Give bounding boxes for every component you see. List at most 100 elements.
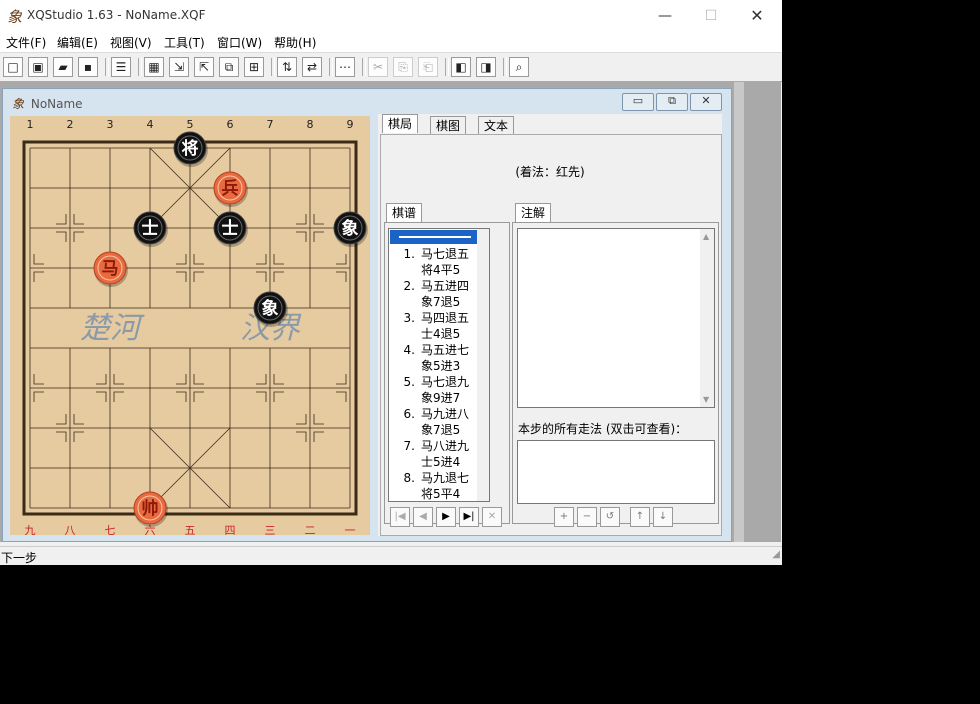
minimize-button[interactable]: — xyxy=(642,4,688,28)
import-icon[interactable]: ⇱ xyxy=(194,57,214,77)
black-move[interactable]: 象9进7 xyxy=(421,390,460,406)
paste-board-icon[interactable]: ⊞ xyxy=(244,57,264,77)
black-piece-label[interactable]: 士 xyxy=(142,218,159,239)
undo-button[interactable]: ↺ xyxy=(600,507,620,527)
add-variation-button[interactable]: + xyxy=(554,507,574,527)
board-svg[interactable]: 楚河 汉界1 2 3 4 5 6 7 8 9九八七六五四三二一将兵士士象马象帅 xyxy=(10,116,370,535)
red-piece-label[interactable]: 帅 xyxy=(142,498,159,519)
close-button[interactable]: ✕ xyxy=(734,4,780,28)
move-number: 8. xyxy=(403,471,415,485)
document-close-button[interactable]: ✕ xyxy=(690,93,722,111)
toolbar-separator xyxy=(271,58,275,76)
resize-grip-icon[interactable]: ◢ xyxy=(772,549,780,560)
red-move[interactable]: 马四退五 xyxy=(421,310,469,326)
board-setup-icon[interactable]: ▦ xyxy=(144,57,164,77)
open-template-icon[interactable]: ▣ xyxy=(28,57,48,77)
paste-icon[interactable]: ⎗ xyxy=(418,57,438,77)
steps-icon[interactable]: ⋯ xyxy=(335,57,355,77)
mdi-vertical-scrollbar[interactable] xyxy=(734,82,744,542)
red-move[interactable]: 马五进七 xyxy=(421,342,469,358)
black-move[interactable]: 士4退5 xyxy=(421,326,460,342)
menu-edit[interactable]: 编辑(E) xyxy=(57,34,98,51)
list-icon[interactable]: ☰ xyxy=(111,57,131,77)
document-title: 象 NoName xyxy=(12,95,83,112)
black-piece-label[interactable]: 象 xyxy=(262,298,279,319)
menu-window[interactable]: 窗口(W) xyxy=(217,34,262,51)
move-row[interactable]: 6. 马九进八 象7退5 xyxy=(401,406,485,438)
move-row[interactable]: 2. 马五进四 象7退5 xyxy=(401,278,485,310)
flip-vertical-icon[interactable]: ⇅ xyxy=(277,57,297,77)
black-piece-label[interactable]: 将 xyxy=(182,138,199,159)
black-move[interactable]: 将5平4 xyxy=(421,486,460,501)
flip-horizontal-icon[interactable]: ⇄ xyxy=(302,57,322,77)
red-move[interactable]: 马九退七 xyxy=(421,470,469,486)
black-piece-label[interactable]: 士 xyxy=(222,218,239,239)
page-next-icon[interactable]: ◨ xyxy=(476,57,496,77)
tab-diagram[interactable]: 棋图 xyxy=(430,116,467,135)
toolbar-separator xyxy=(503,58,507,76)
move-row[interactable]: 3. 马四退五 士4退5 xyxy=(401,310,485,342)
page-prev-icon[interactable]: ◧ xyxy=(451,57,471,77)
menu-view[interactable]: 视图(V) xyxy=(110,34,152,51)
copy-icon[interactable]: ⎘ xyxy=(393,57,413,77)
black-move[interactable]: 象7退5 xyxy=(421,422,460,438)
black-move[interactable]: 象7退5 xyxy=(421,294,460,310)
new-icon[interactable]: □ xyxy=(3,57,23,77)
prev-move-button[interactable]: ◀ xyxy=(413,507,433,527)
red-move[interactable]: 马八进九 xyxy=(421,438,469,454)
red-move[interactable]: 马七退五 xyxy=(421,246,469,262)
file-label-top: 5 xyxy=(187,118,194,131)
document-minimize-button[interactable]: ▭ xyxy=(622,93,654,111)
toolbar-separator xyxy=(329,58,333,76)
black-move[interactable]: 将4平5 xyxy=(421,262,460,278)
red-piece-label[interactable]: 马 xyxy=(102,259,119,279)
move-list-scrollbar[interactable] xyxy=(477,229,489,501)
next-move-button[interactable]: ▶ xyxy=(436,507,456,527)
move-row[interactable]: 1. 马七退五 将4平5 xyxy=(401,246,485,278)
last-move-button[interactable]: ▶| xyxy=(459,507,479,527)
export-icon[interactable]: ⇲ xyxy=(169,57,189,77)
maximize-button[interactable]: ☐ xyxy=(688,4,734,28)
open-folder-icon[interactable]: ▰ xyxy=(53,57,73,77)
tab-text[interactable]: 文本 xyxy=(478,116,515,135)
save-icon[interactable]: ▪ xyxy=(78,57,98,77)
move-row[interactable]: 5. 马七退九 象9进7 xyxy=(401,374,485,406)
title-bar: 象 XQStudio 1.63 - NoName.XQF — ☐ ✕ xyxy=(0,0,782,31)
chess-document-window: 象 NoName ▭ ⧉ ✕ 楚河 汉界 1 2 3 4 5 6 7 8 9 九八七六五四三二一将兵士… xyxy=(2,88,732,542)
delete-move-button[interactable]: ✕ xyxy=(482,507,502,527)
move-row[interactable]: 7. 马八进九 士5进4 xyxy=(401,438,485,470)
menu-file[interactable]: 文件(F) xyxy=(6,34,46,51)
comment-scrollbar[interactable]: ▲ ▼ xyxy=(700,229,714,407)
file-label-bottom: 二 xyxy=(305,524,316,535)
print-preview-icon[interactable]: ⌕ xyxy=(509,57,529,77)
red-move[interactable]: 马五进四 xyxy=(421,278,469,294)
move-down-button[interactable]: ↓ xyxy=(653,507,673,527)
move-list-start-row[interactable] xyxy=(390,230,488,244)
comment-textarea[interactable]: ▲ ▼ xyxy=(517,228,715,408)
black-piece-label[interactable]: 象 xyxy=(342,218,359,239)
file-label-bottom: 三 xyxy=(265,524,276,535)
tab-comment[interactable]: 注解 xyxy=(515,203,552,222)
menu-help[interactable]: 帮助(H) xyxy=(274,34,316,51)
scroll-up-icon[interactable]: ▲ xyxy=(703,232,709,241)
copy-board-icon[interactable]: ⧉ xyxy=(219,57,239,77)
document-restore-button[interactable]: ⧉ xyxy=(656,93,688,111)
chess-board[interactable]: 楚河 汉界 1 2 3 4 5 6 7 8 9 九八七六五四三二一将兵士士象马象帅 xyxy=(10,116,370,535)
scroll-down-icon[interactable]: ▼ xyxy=(703,395,709,404)
first-move-button[interactable]: |◀ xyxy=(390,507,410,527)
move-up-button[interactable]: ↑ xyxy=(630,507,650,527)
cut-icon[interactable]: ✂ xyxy=(368,57,388,77)
tab-record[interactable]: 棋谱 xyxy=(386,203,423,222)
tab-game[interactable]: 棋局 xyxy=(382,114,419,133)
black-move[interactable]: 象5进3 xyxy=(421,358,460,374)
move-row[interactable]: 4. 马五进七 象5进3 xyxy=(401,342,485,374)
red-move[interactable]: 马七退九 xyxy=(421,374,469,390)
move-row[interactable]: 8. 马九退七 将5平4 xyxy=(401,470,485,501)
red-move[interactable]: 马九进八 xyxy=(421,406,469,422)
menu-tools[interactable]: 工具(T) xyxy=(164,34,205,51)
all-moves-list[interactable] xyxy=(517,440,715,504)
move-list[interactable]: 1. 马七退五 将4平5 2. 马五进四 象7退5 3. 马四退五 士4退5 4. 马五进七 象5进3… xyxy=(388,228,490,502)
red-piece-label[interactable]: 兵 xyxy=(222,178,239,199)
black-move[interactable]: 士5进4 xyxy=(421,454,460,470)
remove-variation-button[interactable]: − xyxy=(577,507,597,527)
